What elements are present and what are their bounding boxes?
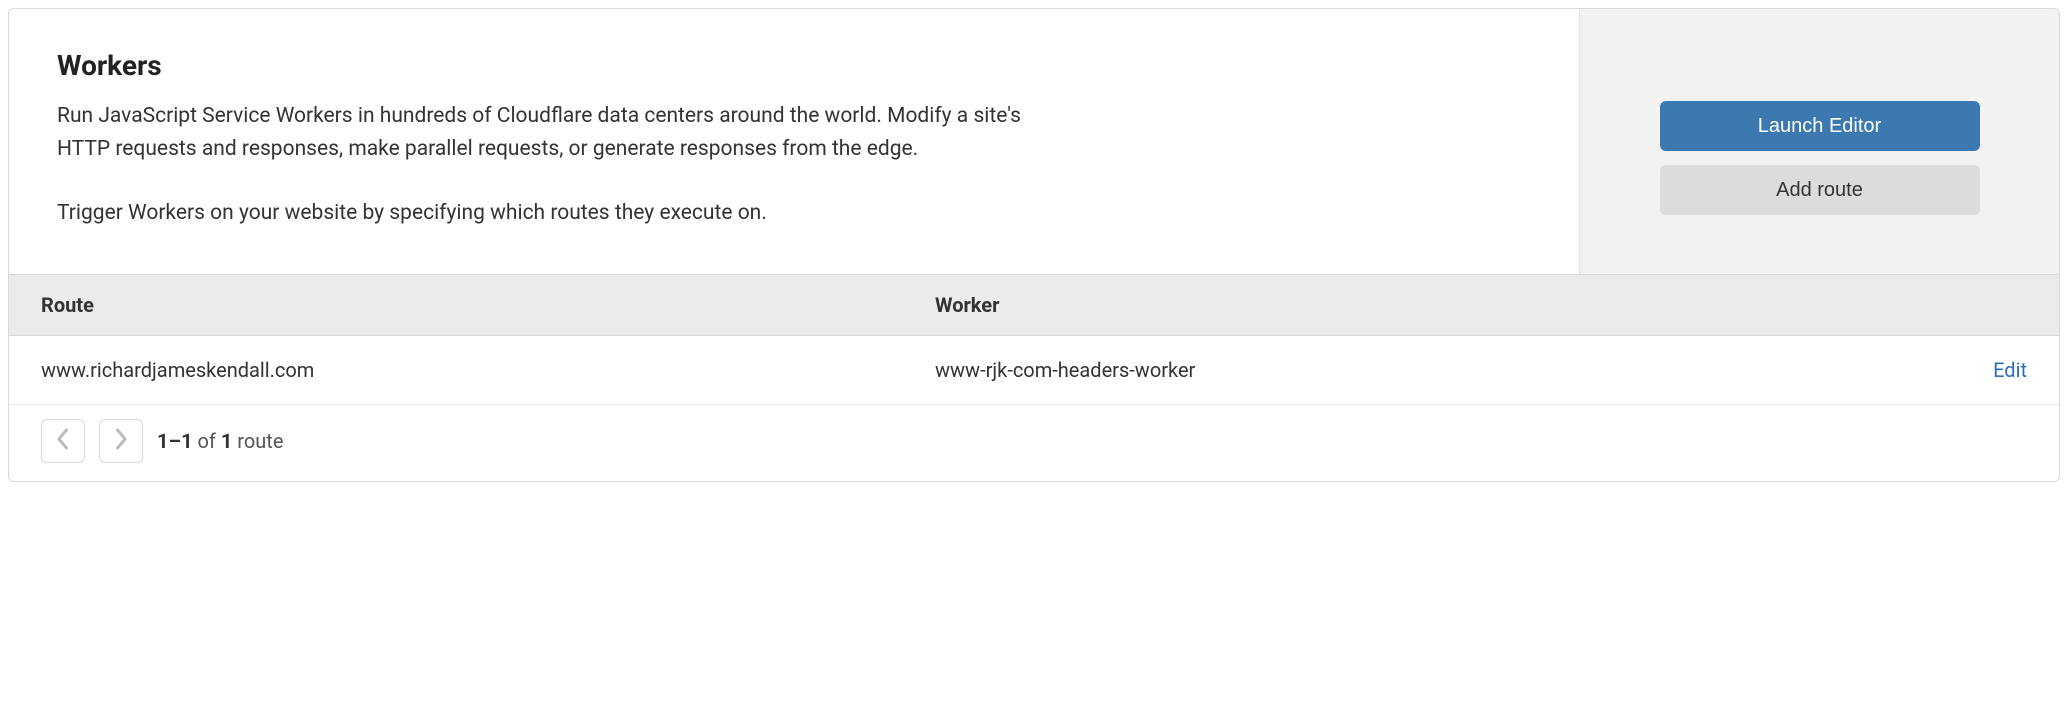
pager-range: 1–1 — [157, 429, 193, 453]
table-row: www.richardjameskendall.com www-rjk-com-… — [9, 335, 2059, 404]
chevron-left-icon — [56, 428, 70, 453]
chevron-right-icon — [114, 428, 128, 453]
table-header-row: Route Worker — [9, 274, 2059, 335]
card-main: Workers Run JavaScript Service Workers i… — [9, 9, 1579, 274]
description-paragraph-1: Run JavaScript Service Workers in hundre… — [57, 100, 1037, 165]
pager-total: 1 — [221, 429, 232, 453]
column-header-route: Route — [9, 274, 911, 335]
card-top: Workers Run JavaScript Service Workers i… — [9, 9, 2059, 274]
edit-link[interactable]: Edit — [1993, 358, 2027, 382]
pager-of: of — [193, 429, 221, 453]
card-actions: Launch Editor Add route — [1579, 9, 2059, 274]
cell-actions: Edit — [1813, 335, 2059, 404]
description-paragraph-2: Trigger Workers on your website by speci… — [57, 197, 1037, 230]
cell-route: www.richardjameskendall.com — [9, 335, 911, 404]
pager-suffix: route — [232, 429, 283, 453]
page-description: Run JavaScript Service Workers in hundre… — [57, 100, 1037, 230]
column-header-actions — [1813, 274, 2059, 335]
pager-next-button[interactable] — [99, 419, 143, 463]
launch-editor-button[interactable]: Launch Editor — [1660, 101, 1980, 151]
column-header-worker: Worker — [911, 274, 1813, 335]
add-route-button[interactable]: Add route — [1660, 165, 1980, 215]
pager-prev-button[interactable] — [41, 419, 85, 463]
pager-text: 1–1 of 1 route — [157, 429, 283, 453]
cell-worker: www-rjk-com-headers-worker — [911, 335, 1813, 404]
page-title: Workers — [57, 49, 1531, 82]
routes-table: Route Worker www.richardjameskendall.com… — [9, 274, 2059, 405]
workers-card: Workers Run JavaScript Service Workers i… — [8, 8, 2060, 482]
pager: 1–1 of 1 route — [9, 405, 2059, 481]
